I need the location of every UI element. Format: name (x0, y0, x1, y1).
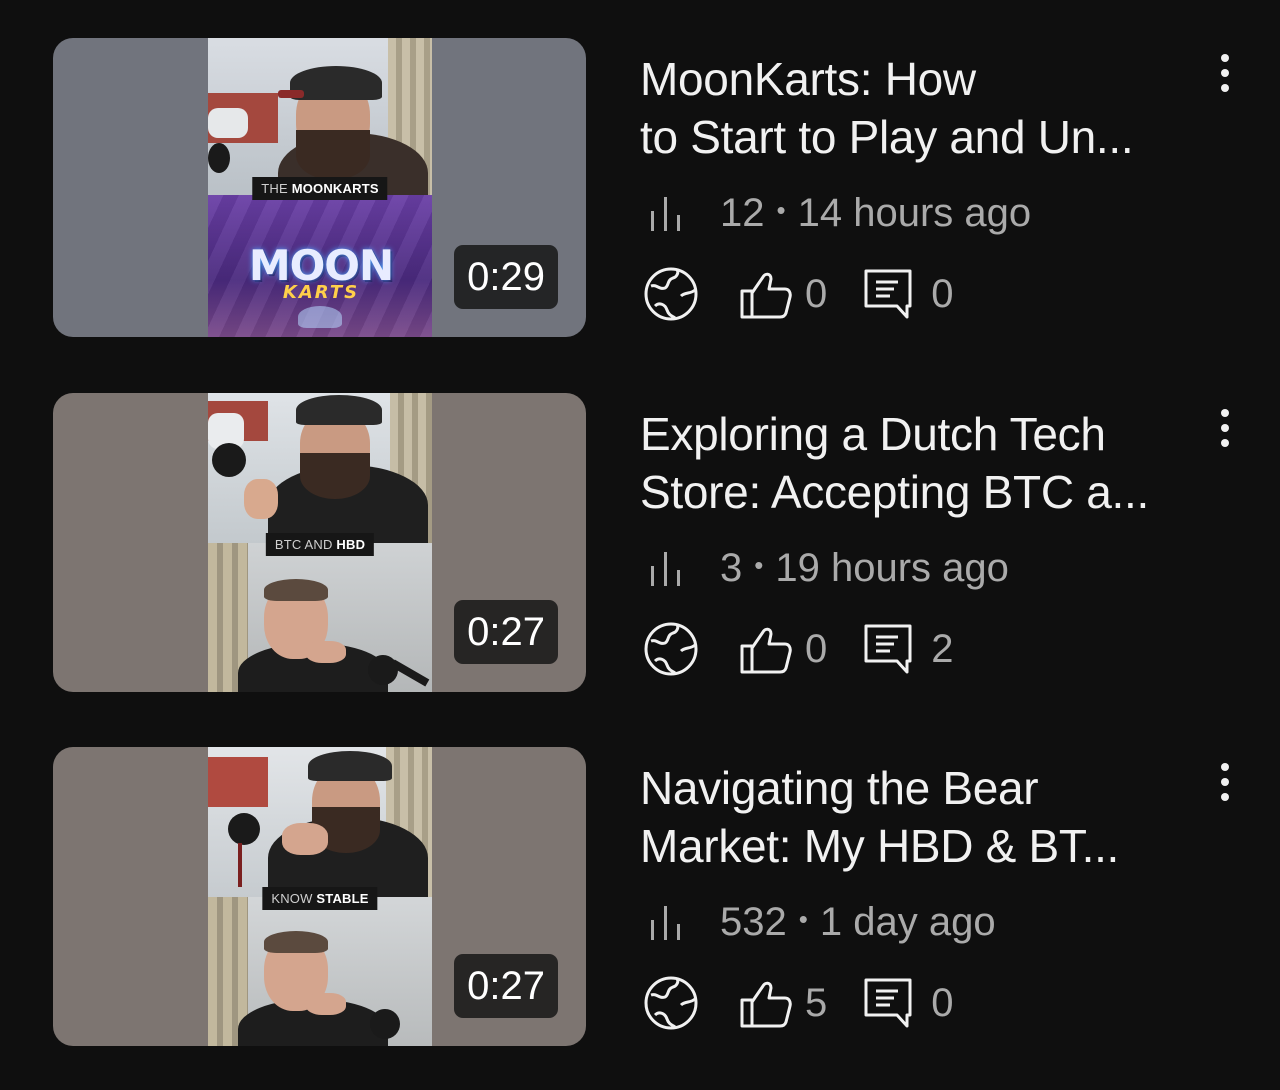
video-title[interactable]: Navigating the Bear Market: My HBD & BT.… (640, 759, 1200, 875)
comment-icon[interactable] (863, 268, 913, 320)
bar-chart-icon (651, 906, 680, 940)
upload-age: 19 hours ago (775, 545, 1009, 590)
video-thumbnail[interactable]: MOON KARTS THE MOONKARTS 0:29 (53, 38, 586, 337)
separator: • (754, 549, 764, 580)
video-meta: 12 • 14 hours ago (646, 188, 1031, 238)
more-options-button[interactable] (1212, 48, 1238, 98)
duration-badge: 0:27 (454, 600, 558, 664)
video-title[interactable]: MoonKarts: How to Start to Play and Un..… (640, 50, 1200, 166)
video-item[interactable]: BTC AND HBD 0:27 Exploring a Dutch Tech … (0, 393, 1280, 693)
duration-badge: 0:27 (454, 954, 558, 1018)
thumbs-up-icon[interactable] (739, 622, 793, 676)
video-actions: 0 2 (643, 619, 954, 679)
thumbnail-caption: KNOW STABLE (262, 887, 378, 910)
video-meta: 532 • 1 day ago (646, 897, 996, 947)
bar-chart-icon (651, 197, 680, 231)
bar-chart-icon (651, 552, 680, 586)
upload-age: 1 day ago (819, 899, 996, 944)
video-title[interactable]: Exploring a Dutch Tech Store: Accepting … (640, 405, 1200, 521)
video-actions: 5 0 (643, 973, 954, 1033)
video-item[interactable]: MOON KARTS THE MOONKARTS 0:29 MoonKarts:… (0, 38, 1280, 338)
comment-count: 0 (931, 980, 954, 1025)
comment-icon[interactable] (863, 623, 913, 675)
video-thumbnail[interactable]: KNOW STABLE 0:27 (53, 747, 586, 1046)
video-list: MOON KARTS THE MOONKARTS 0:29 MoonKarts:… (0, 0, 1280, 1090)
game-logo: MOON KARTS (248, 241, 394, 303)
like-count: 0 (805, 626, 828, 671)
globe-icon[interactable] (643, 621, 699, 677)
video-actions: 0 0 (643, 264, 954, 324)
more-options-button[interactable] (1212, 403, 1238, 453)
video-meta: 3 • 19 hours ago (646, 543, 1009, 593)
view-count: 12 (720, 190, 765, 235)
duration-badge: 0:29 (454, 245, 558, 309)
thumbnail-frame: BTC AND HBD (208, 393, 432, 692)
view-count: 532 (720, 899, 787, 944)
more-options-button[interactable] (1212, 757, 1238, 807)
thumbnail-frame: MOON KARTS THE MOONKARTS (208, 38, 432, 337)
comment-count: 2 (931, 626, 954, 671)
separator: • (776, 194, 786, 225)
like-count: 0 (805, 271, 828, 316)
comment-count: 0 (931, 271, 954, 316)
separator: • (798, 903, 808, 934)
view-count: 3 (720, 545, 743, 590)
video-item[interactable]: KNOW STABLE 0:27 Navigating the Bear Mar… (0, 747, 1280, 1047)
thumbnail-frame: KNOW STABLE (208, 747, 432, 1046)
globe-icon[interactable] (643, 975, 699, 1031)
thumbnail-caption: BTC AND HBD (265, 533, 375, 556)
like-count: 5 (805, 980, 828, 1025)
thumbs-up-icon[interactable] (739, 976, 793, 1030)
thumbs-up-icon[interactable] (739, 267, 793, 321)
upload-age: 14 hours ago (797, 190, 1032, 235)
comment-icon[interactable] (863, 977, 913, 1029)
video-thumbnail[interactable]: BTC AND HBD 0:27 (53, 393, 586, 692)
thumbnail-caption: THE MOONKARTS (252, 177, 388, 200)
globe-icon[interactable] (643, 266, 699, 322)
